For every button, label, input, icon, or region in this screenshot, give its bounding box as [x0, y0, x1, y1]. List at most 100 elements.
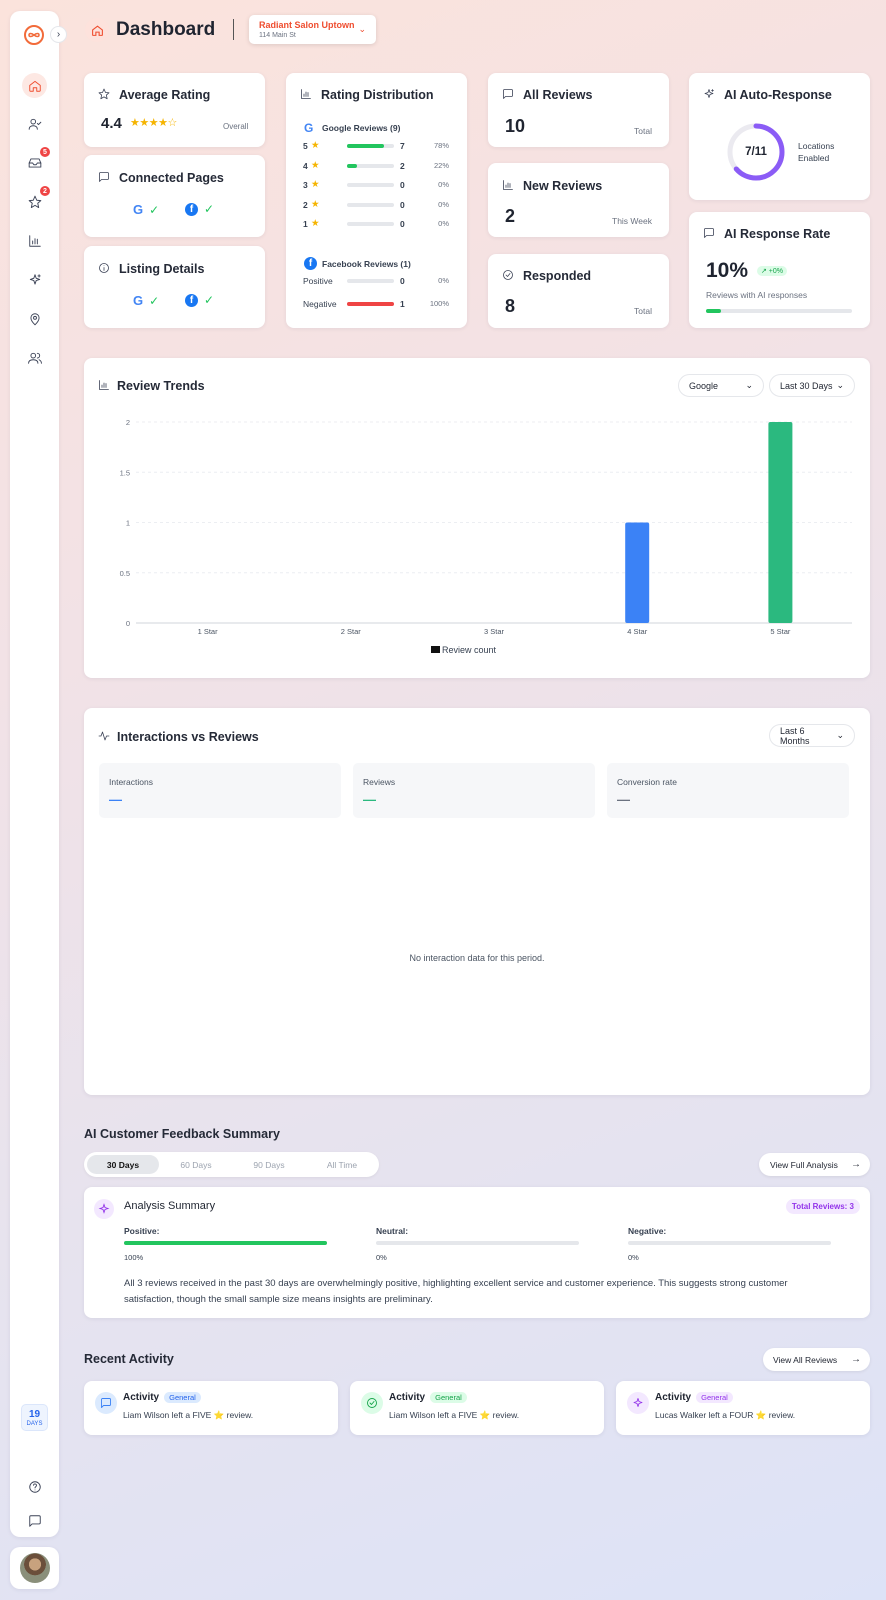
analysis-summary-card: Analysis Summary Total Reviews: 3 Positi… — [84, 1187, 870, 1318]
header-divider — [233, 19, 234, 40]
neutral-bar — [376, 1241, 579, 1245]
ai-auto-response-card: AI Auto-Response 7/11 Locations Enabled — [689, 73, 870, 200]
avatar[interactable] — [10, 1547, 59, 1589]
all-reviews-value: 10 — [505, 116, 526, 136]
message-square-icon — [502, 88, 514, 100]
recent-activity-title: Recent Activity — [84, 1352, 174, 1366]
facebook-connection[interactable]: f ✓ — [185, 202, 214, 216]
star-icon: ★ — [311, 159, 320, 171]
new-reviews-value: 2 — [505, 206, 516, 226]
activity-tag: General — [430, 1392, 467, 1403]
facebook-row-count: 0 — [400, 276, 405, 286]
responded-card[interactable]: Responded 8 Total — [488, 254, 669, 328]
enabled-label: Enabled — [798, 153, 830, 163]
rating-row-count: 0 — [400, 180, 405, 190]
y-tick-label: 2 — [126, 418, 130, 427]
positive-bar — [124, 1241, 327, 1245]
activity-text: Liam Wilson left a FIVE ⭐ review. — [123, 1410, 254, 1420]
connected-pages-card: Connected Pages G ✓ f ✓ — [84, 155, 265, 237]
sidebar-expand-button[interactable]: › — [50, 26, 67, 43]
view-full-analysis-button[interactable]: View Full Analysis → — [759, 1153, 870, 1176]
rating-row-count: 0 — [400, 199, 405, 210]
range-select[interactable]: Last 30 Days ⌄ — [769, 374, 855, 397]
inbox-icon — [28, 157, 41, 168]
facebook-row-label: Positive — [303, 276, 333, 286]
new-reviews-card[interactable]: New Reviews 2 This Week — [488, 163, 669, 237]
rating-row-pct: 78% — [433, 141, 449, 150]
nav-reviews[interactable]: 2 — [22, 186, 50, 214]
activity-title: Activity — [389, 1392, 426, 1404]
facebook-listing[interactable]: f ✓ — [185, 293, 214, 307]
trial-days-unit: DAYS — [26, 1421, 43, 1427]
tab-all-time[interactable]: All Time — [306, 1155, 378, 1174]
activity-card[interactable]: Activity General Lucas Walker left a FOUR … — [616, 1381, 870, 1435]
sparkles-icon — [703, 88, 715, 100]
average-rating-card: Average Rating 4.4 ★★★★☆ Overall — [84, 73, 265, 147]
activity-card[interactable]: Activity General Liam Wilson left a FIVE ⭐… — [84, 1381, 338, 1435]
star-icon: ★ — [311, 198, 320, 210]
all-reviews-card[interactable]: All Reviews 10 Total — [488, 73, 669, 147]
nav-analytics[interactable] — [22, 228, 47, 253]
nav-feedback[interactable] — [22, 1508, 47, 1533]
total-reviews-badge: Total Reviews: 3 — [785, 1199, 860, 1214]
stat-value: — — [617, 792, 630, 807]
check-circle-icon — [502, 269, 514, 281]
interactions-range-value: Last 6 Months — [780, 725, 810, 746]
nav-inbox[interactable]: 5 — [22, 147, 50, 175]
location-address: 114 Main St — [259, 32, 296, 39]
tab-60-days[interactable]: 60 Days — [160, 1155, 232, 1174]
check-icon: ✓ — [204, 293, 215, 307]
rating-row-pct: 0% — [438, 219, 449, 228]
interactions-title: Interactions vs Reviews — [117, 730, 259, 744]
facebook-row-label: Negative — [303, 298, 337, 309]
activity-tag: General — [696, 1392, 733, 1403]
home-icon — [28, 80, 41, 92]
tab-30-days[interactable]: 30 Days — [87, 1155, 159, 1174]
nav-help[interactable] — [22, 1474, 47, 1499]
location-selector[interactable]: Radiant Salon Uptown 114 Main St ⌄ — [249, 15, 376, 44]
activity-card[interactable]: Activity General Liam Wilson left a FIVE ⭐… — [350, 1381, 604, 1435]
rating-row-star: 4 — [303, 160, 308, 171]
nav-team[interactable] — [22, 345, 47, 370]
x-tick-label: 2 Star — [341, 627, 362, 636]
rating-row-pct: 0% — [438, 180, 449, 189]
check-icon: ✓ — [204, 202, 215, 216]
positive-label: Positive: — [124, 1226, 160, 1236]
logo-icon[interactable] — [24, 25, 44, 45]
stat-label: Reviews — [363, 777, 396, 787]
rating-row-count: 7 — [400, 141, 405, 151]
users-icon — [27, 352, 42, 364]
source-select[interactable]: Google ⌄ — [678, 374, 764, 397]
google-connection[interactable]: G ✓ — [133, 202, 159, 217]
ai-response-rate-title: AI Response Rate — [724, 227, 831, 241]
chevron-down-icon: ⌄ — [836, 380, 844, 390]
trial-days-badge[interactable]: 19 DAYS — [21, 1404, 48, 1431]
star-icon: ★ — [311, 218, 320, 229]
home-button[interactable] — [85, 18, 109, 42]
google-listing[interactable]: G ✓ — [133, 293, 159, 308]
rating-row-count: 0 — [400, 219, 405, 229]
check-circle-icon — [361, 1392, 383, 1414]
view-all-reviews-button[interactable]: View All Reviews → — [763, 1348, 870, 1371]
tab-90-days[interactable]: 90 Days — [233, 1155, 305, 1174]
nav-contacts[interactable] — [22, 111, 47, 136]
rating-row-fill — [347, 163, 358, 168]
review-trends-title: Review Trends — [117, 379, 205, 393]
new-reviews-label: This Week — [612, 216, 652, 226]
rating-row-bar — [347, 183, 394, 187]
listing-details-card: Listing Details G ✓ f ✓ — [84, 246, 265, 328]
ai-response-rate-card: AI Response Rate 10% ↗ +0% Reviews with … — [689, 212, 870, 328]
x-tick-label: 1 Star — [198, 627, 219, 636]
nav-home[interactable] — [22, 73, 47, 98]
negative-label: Negative: — [628, 1226, 667, 1236]
activity-title-row: Activity General — [655, 1392, 733, 1403]
nav-ai[interactable] — [22, 267, 47, 292]
facebook-icon: f — [304, 257, 317, 270]
average-rating-value: 4.4 — [101, 115, 122, 132]
rating-row-fill — [347, 144, 384, 148]
bar-chart-icon — [28, 234, 41, 247]
stat-value: — — [109, 792, 122, 807]
nav-locations[interactable] — [22, 306, 47, 331]
responded-title: Responded — [523, 269, 592, 283]
interactions-range-select[interactable]: Last 6 Months ⌄ — [769, 724, 855, 747]
